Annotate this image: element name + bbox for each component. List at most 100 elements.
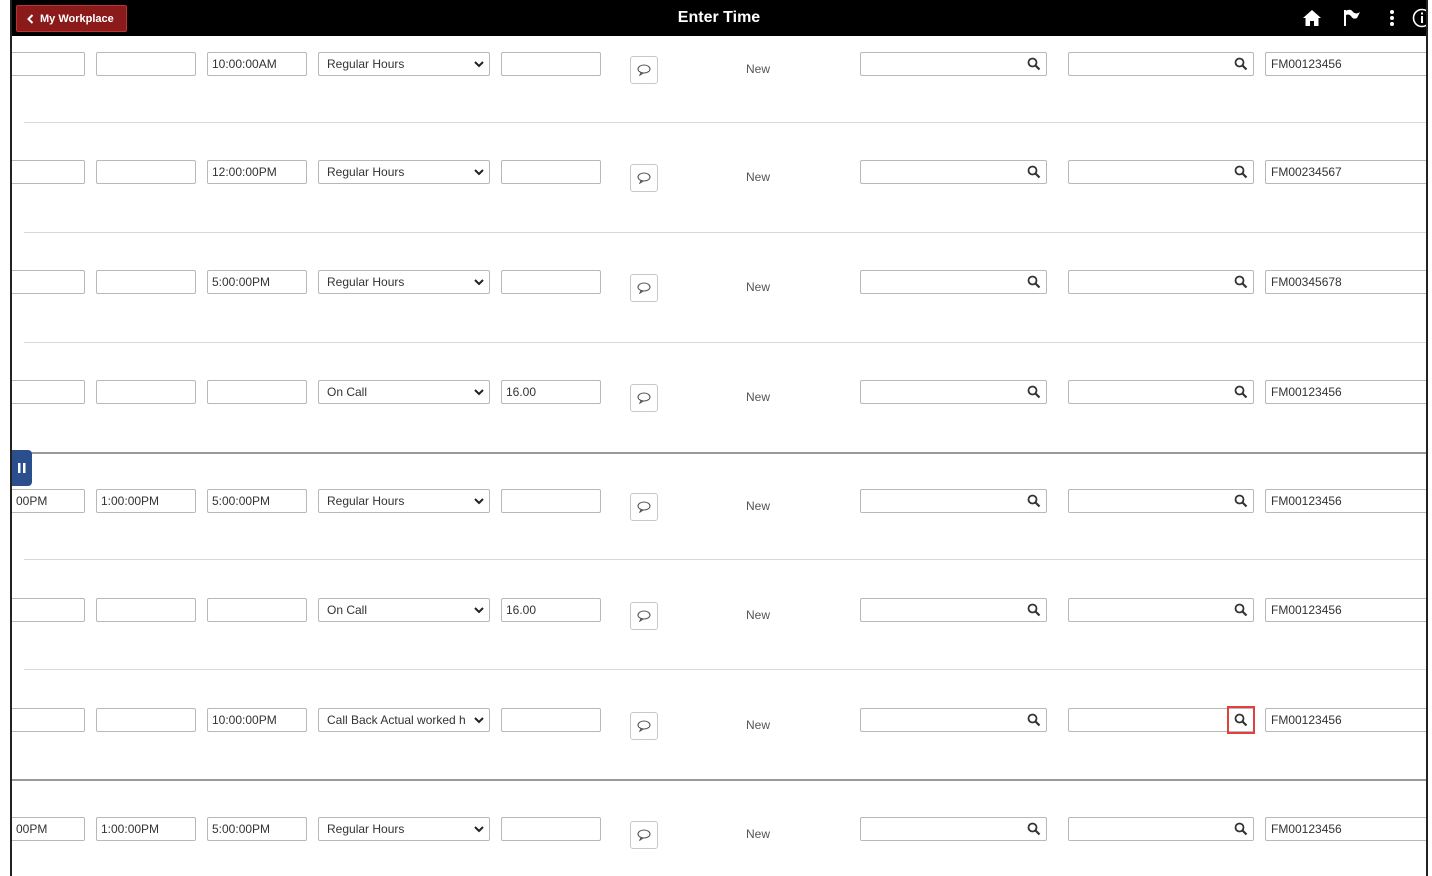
timesheet-row: 00PM 1:00:00PM 5:00:00PM Regular Hours New FM… (12, 817, 1426, 857)
punch-time-field-3[interactable] (207, 598, 307, 622)
time-reporting-code-select[interactable]: Call Back Actual worked h (318, 708, 490, 732)
comment-button[interactable] (630, 493, 658, 521)
punch-time-field-2[interactable] (96, 708, 196, 732)
lookup-field-2[interactable] (1068, 489, 1254, 513)
search-icon[interactable] (1026, 384, 1042, 400)
punch-time-field-2[interactable]: 1:00:00PM (96, 489, 196, 513)
lookup-field-2[interactable] (1068, 380, 1254, 404)
comment-button[interactable] (630, 712, 658, 740)
punch-time-field-2[interactable]: 1:00:00PM (96, 817, 196, 841)
lookup-field-1[interactable] (860, 598, 1047, 622)
lookup-field-1[interactable] (860, 817, 1047, 841)
search-icon[interactable] (1233, 821, 1249, 837)
punch-time-field-3[interactable]: 5:00:00PM (207, 270, 307, 294)
punch-time-field-2[interactable] (96, 380, 196, 404)
lookup-field-2[interactable] (1068, 52, 1254, 76)
lookup-field-2[interactable] (1068, 598, 1254, 622)
task-code-field[interactable]: FM00123456 (1265, 380, 1426, 404)
task-code-field[interactable]: FM00123456 (1265, 52, 1426, 76)
lookup-field-2[interactable] (1068, 270, 1254, 294)
quantity-field[interactable] (501, 708, 601, 732)
punch-time-field-3[interactable]: 10:00:00PM (207, 708, 307, 732)
search-icon[interactable] (1233, 602, 1249, 618)
info-icon[interactable] (1412, 0, 1426, 36)
time-reporting-code-select[interactable]: Regular Hours (318, 270, 490, 294)
punch-time-field[interactable] (12, 708, 85, 732)
search-icon[interactable] (1026, 821, 1042, 837)
search-icon[interactable] (1227, 706, 1255, 734)
lookup-field-2[interactable] (1068, 706, 1255, 734)
time-reporting-code-select[interactable]: Regular Hours (318, 160, 490, 184)
lookup-field-1[interactable] (860, 52, 1047, 76)
time-reporting-code-select[interactable]: Regular Hours (318, 489, 490, 513)
quantity-field[interactable]: 16.00 (501, 598, 601, 622)
task-code-field[interactable]: FM00345678 (1265, 270, 1426, 294)
comment-button[interactable] (630, 274, 658, 302)
quantity-field[interactable]: 16.00 (501, 380, 601, 404)
punch-time-field-3[interactable]: 12:00:00PM (207, 160, 307, 184)
punch-time-field-3[interactable]: 10:00:00AM (207, 52, 307, 76)
time-reporting-code-select[interactable]: On Call (318, 380, 490, 404)
punch-time-field[interactable] (12, 160, 85, 184)
lookup-field-1[interactable] (860, 270, 1047, 294)
search-icon[interactable] (1026, 274, 1042, 290)
time-reporting-code-select[interactable]: Regular Hours (318, 52, 490, 76)
chevron-down-icon (474, 498, 484, 505)
lookup-field-1[interactable] (860, 489, 1047, 513)
punch-time-field[interactable]: 00PM (12, 489, 85, 513)
punch-time-field[interactable] (12, 270, 85, 294)
search-icon[interactable] (1026, 602, 1042, 618)
punch-time-field[interactable]: 00PM (12, 817, 85, 841)
my-workplace-back-button[interactable]: My Workplace (16, 5, 127, 32)
comment-button[interactable] (630, 821, 658, 849)
quantity-field[interactable] (501, 489, 601, 513)
task-code-field[interactable]: FM00123456 (1265, 489, 1426, 513)
lookup-field-1[interactable] (860, 160, 1047, 184)
punch-time-field-2[interactable] (96, 52, 196, 76)
punch-time-field-3[interactable]: 5:00:00PM (207, 489, 307, 513)
search-icon[interactable] (1233, 384, 1249, 400)
punch-time-field[interactable] (12, 380, 85, 404)
search-icon[interactable] (1026, 56, 1042, 72)
comment-button[interactable] (630, 56, 658, 84)
search-icon[interactable] (1026, 493, 1042, 509)
punch-time-field-2[interactable] (96, 160, 196, 184)
task-code-field[interactable]: FM00234567 (1265, 160, 1426, 184)
status-text: New (746, 718, 771, 732)
comment-button[interactable] (630, 164, 658, 192)
search-icon[interactable] (1026, 712, 1042, 728)
search-icon[interactable] (1026, 164, 1042, 180)
comment-button[interactable] (630, 602, 658, 630)
task-code-field[interactable]: FM00123456 (1265, 598, 1426, 622)
time-reporting-code-select[interactable]: Regular Hours (318, 817, 490, 841)
flag-icon[interactable] (1332, 0, 1372, 36)
punch-time-field-2[interactable] (96, 270, 196, 294)
more-vertical-icon[interactable] (1372, 0, 1412, 36)
comment-icon (637, 829, 651, 841)
search-icon[interactable] (1233, 274, 1249, 290)
lookup-field-1[interactable] (860, 708, 1047, 732)
search-icon[interactable] (1233, 56, 1249, 72)
task-code-field[interactable]: FM00123456 (1265, 708, 1426, 732)
search-icon[interactable] (1233, 493, 1249, 509)
lookup-field-2[interactable] (1068, 160, 1254, 184)
quantity-field[interactable] (501, 270, 601, 294)
punch-time-field-3[interactable]: 5:00:00PM (207, 817, 307, 841)
task-code-field[interactable]: FM00123456 (1265, 817, 1426, 841)
search-icon[interactable] (1233, 164, 1249, 180)
pause-tab[interactable] (12, 450, 32, 486)
punch-time-field-3[interactable] (207, 380, 307, 404)
punch-time-field[interactable] (12, 598, 85, 622)
quantity-field[interactable] (501, 817, 601, 841)
quantity-field[interactable] (501, 160, 601, 184)
trc-selected-value: Regular Hours (327, 57, 405, 71)
home-icon[interactable] (1292, 0, 1332, 36)
lookup-field-2[interactable] (1068, 817, 1254, 841)
quantity-field[interactable] (501, 52, 601, 76)
lookup-field-1[interactable] (860, 380, 1047, 404)
comment-button[interactable] (630, 384, 658, 412)
status-text: New (746, 390, 771, 404)
punch-time-field[interactable] (12, 52, 85, 76)
time-reporting-code-select[interactable]: On Call (318, 598, 490, 622)
punch-time-field-2[interactable] (96, 598, 196, 622)
